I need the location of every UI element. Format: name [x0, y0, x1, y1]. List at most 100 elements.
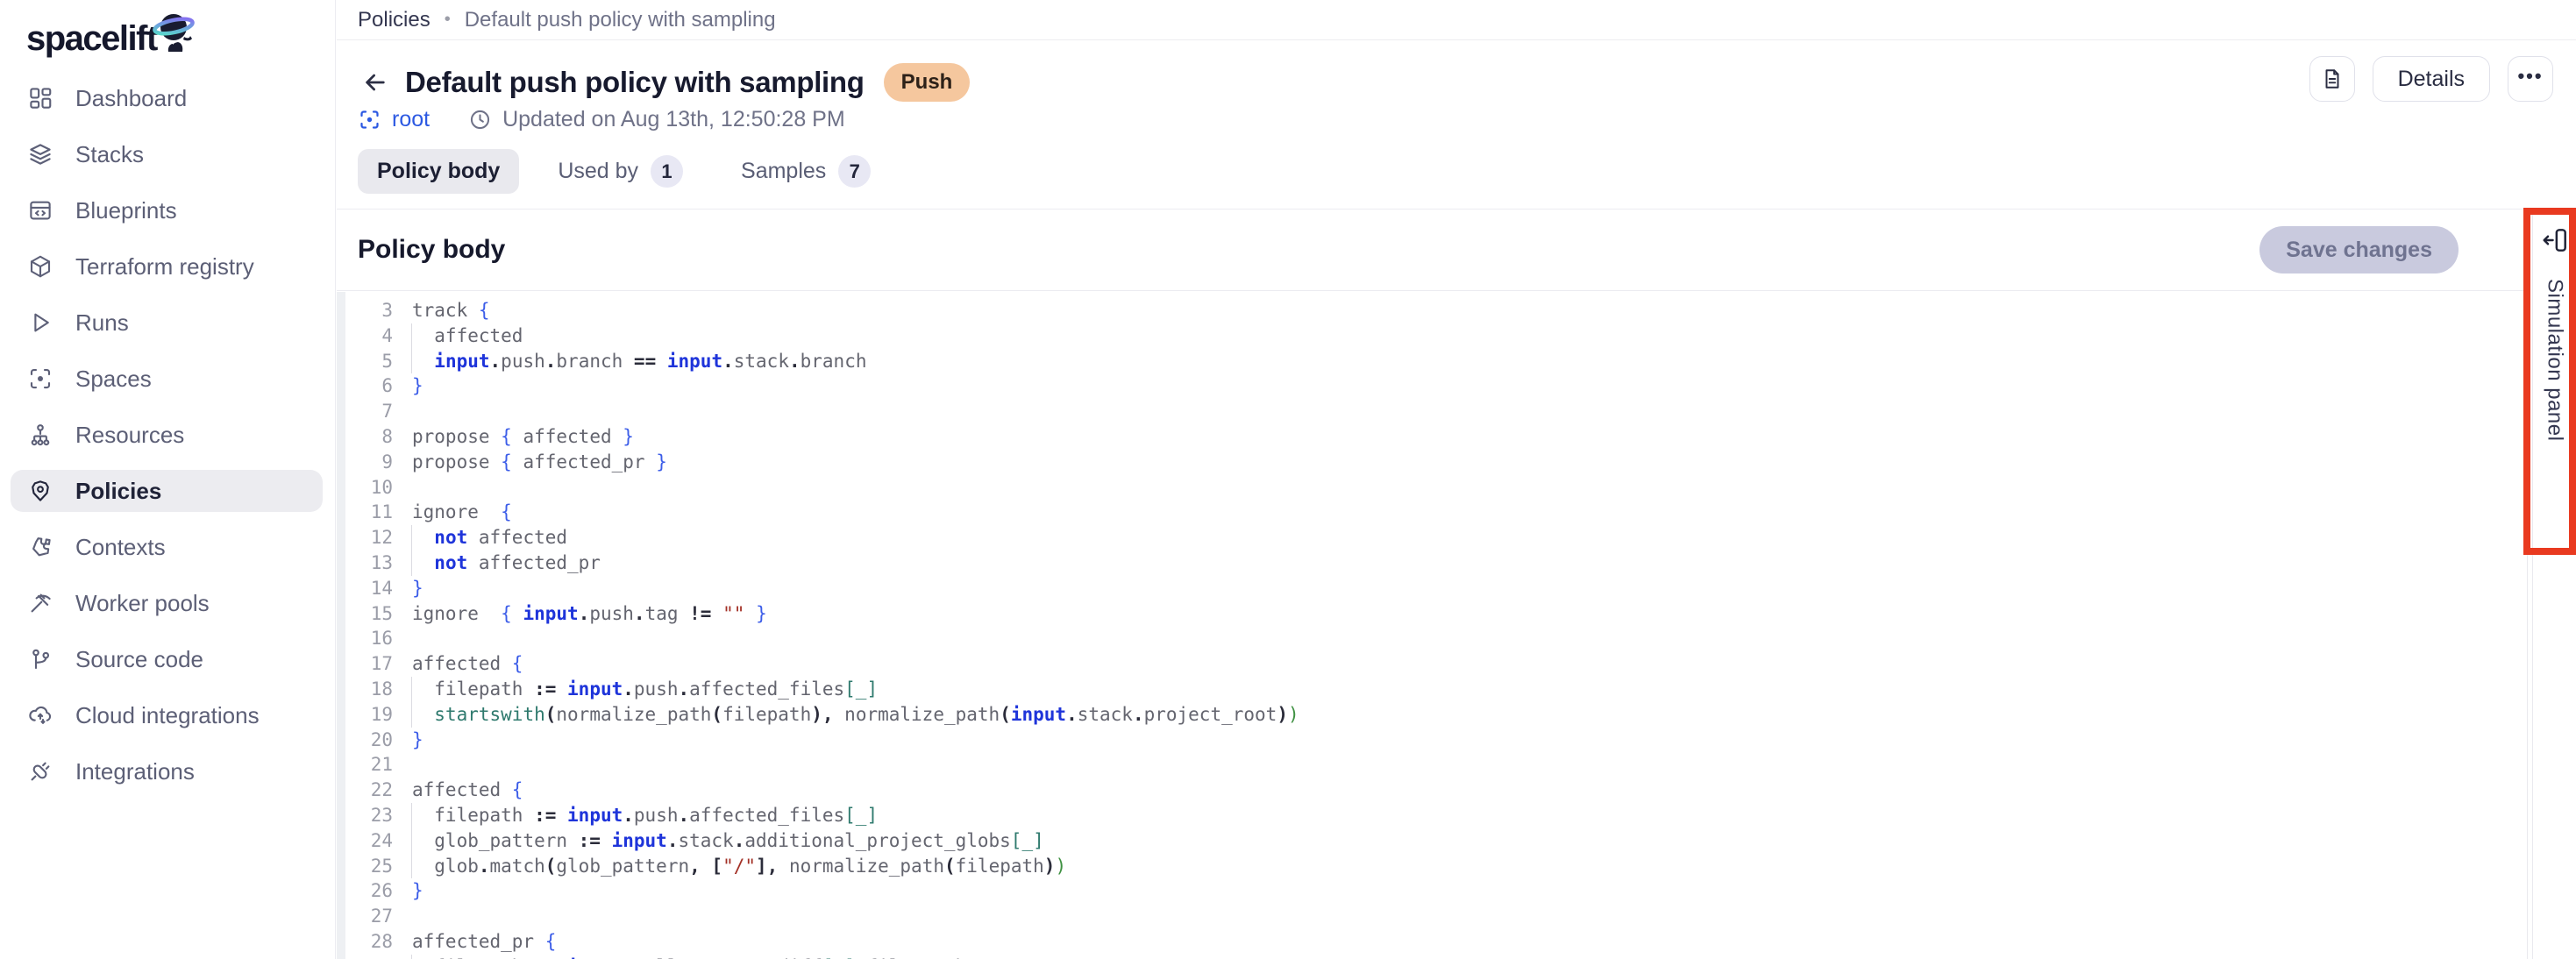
tab-samples[interactable]: Samples 7 [722, 146, 890, 197]
sidebar-item-label: Policies [75, 478, 161, 505]
clock-icon [468, 108, 492, 131]
sidebar-item-spaces[interactable]: Spaces [11, 358, 323, 400]
code-text: startswith(normalize_path(filepath), nor… [412, 702, 1299, 728]
tab-policy-body[interactable]: Policy body [358, 149, 519, 194]
indent-guide [411, 854, 412, 879]
simulation-panel-label: Simulation panel [2543, 279, 2567, 441]
save-changes-button[interactable]: Save changes [2259, 226, 2459, 273]
code-text: affected { [412, 778, 523, 803]
sidebar-item-resources[interactable]: Resources [11, 414, 323, 456]
details-button[interactable]: Details [2373, 56, 2490, 102]
code-line: 16 [337, 626, 2527, 651]
line-number: 6 [337, 373, 393, 399]
meta-row: root Updated on Aug 13th, 12:50:28 PM [358, 107, 845, 132]
space-name: root [392, 107, 430, 132]
line-number: 18 [337, 677, 393, 702]
sidebar-nav: Dashboard Stacks Blueprints Terraform re… [0, 65, 335, 792]
blueprints-icon [26, 196, 54, 224]
code-text: } [412, 576, 423, 601]
tabs: Policy body Used by 1 Samples 7 [358, 146, 890, 197]
line-number: 15 [337, 601, 393, 627]
sidebar-item-label: Blueprints [75, 197, 177, 224]
code-line: 21 [337, 752, 2527, 778]
code-line: 25 glob.match(glob_pattern, ["/"], norma… [337, 854, 2527, 879]
line-number: 23 [337, 803, 393, 828]
space-link[interactable]: root [358, 107, 430, 132]
main-content: Policies • Default push policy with samp… [337, 0, 2576, 959]
sidebar-item-runs[interactable]: Runs [11, 302, 323, 344]
title-row: Default push policy with sampling Push [358, 63, 970, 102]
line-number: 20 [337, 728, 393, 753]
line-number: 26 [337, 878, 393, 904]
code-line: 24 glob_pattern := input.stack.additiona… [337, 828, 2527, 854]
spacelift-logo[interactable]: spacelift [0, 0, 335, 65]
panel-title: Policy body [358, 235, 505, 265]
sidebar-item-label: Terraform registry [75, 253, 254, 281]
code-text: glob.match(glob_pattern, ["/"], normaliz… [412, 854, 1066, 879]
sidebar-item-contexts[interactable]: Contexts [11, 526, 323, 568]
code-text: not affected [412, 525, 567, 551]
code-line: 18 filepath := input.push.affected_files… [337, 677, 2527, 702]
code-line: 13 not affected_pr [337, 551, 2527, 576]
code-line: 28affected_pr { [337, 929, 2527, 955]
terraform-registry-icon [26, 252, 54, 281]
code-text: filepath := input.pull_request.diff[_].f… [412, 955, 966, 959]
code-lines: 3track {4 affected5 input.push.branch ==… [337, 298, 2527, 959]
code-text: propose { affected } [412, 424, 634, 450]
code-line: 14} [337, 576, 2527, 601]
sidebar-item-label: Runs [75, 309, 129, 337]
sidebar-item-dashboard[interactable]: Dashboard [11, 77, 323, 119]
spaces-icon [26, 365, 54, 393]
line-number: 21 [337, 752, 393, 778]
code-line: 20} [337, 728, 2527, 753]
page-title: Default push policy with sampling [405, 66, 865, 99]
code-text: filepath := input.push.affected_files[_] [412, 677, 878, 702]
sidebar-item-label: Spaces [75, 366, 152, 393]
more-actions-button[interactable]: ••• [2508, 56, 2553, 102]
runs-icon [26, 309, 54, 337]
code-text: } [412, 728, 423, 753]
code-text: affected_pr { [412, 929, 556, 955]
tab-used-by[interactable]: Used by 1 [538, 146, 702, 197]
spacelift-astronaut-icon [146, 4, 201, 56]
sidebar-item-label: Cloud integrations [75, 702, 260, 729]
ellipsis-icon: ••• [2517, 65, 2543, 88]
line-number: 14 [337, 576, 393, 601]
sidebar-item-blueprints[interactable]: Blueprints [11, 189, 323, 231]
sidebar-item-terraform-registry[interactable]: Terraform registry [11, 245, 323, 288]
policy-code-editor[interactable]: 3track {4 affected5 input.push.branch ==… [337, 292, 2527, 959]
code-text: ignore { input.push.tag != "" } [412, 601, 767, 627]
line-number: 29 [337, 955, 393, 959]
sidebar-item-integrations[interactable]: Integrations [11, 750, 323, 792]
header-actions: Details ••• [2309, 56, 2553, 102]
integrations-icon [26, 757, 54, 785]
sidebar-item-cloud-integrations[interactable]: Cloud integrations [11, 694, 323, 736]
sidebar-item-label: Worker pools [75, 590, 210, 617]
code-text: affected [412, 323, 523, 349]
line-number: 9 [337, 450, 393, 475]
sidebar-item-stacks[interactable]: Stacks [11, 133, 323, 175]
code-line: 26} [337, 878, 2527, 904]
sidebar-item-worker-pools[interactable]: Worker pools [11, 582, 323, 624]
policies-icon [26, 477, 54, 505]
dashboard-icon [26, 84, 54, 112]
breadcrumb-policies-link[interactable]: Policies [358, 8, 431, 32]
sidebar-item-label: Resources [75, 422, 184, 449]
breadcrumb-separator: • [445, 10, 451, 30]
code-line: 27 [337, 904, 2527, 929]
code-text: input.push.branch == input.stack.branch [412, 349, 866, 374]
code-text: not affected_pr [412, 551, 601, 576]
breadcrumb: Policies • Default push policy with samp… [337, 0, 2576, 40]
indent-guide [411, 677, 412, 702]
policy-document-button[interactable] [2309, 56, 2355, 102]
sidebar-item-policies[interactable]: Policies [11, 470, 323, 512]
code-text: filepath := input.push.affected_files[_] [412, 803, 878, 828]
code-line: 9propose { affected_pr } [337, 450, 2527, 475]
line-number: 25 [337, 854, 393, 879]
sidebar-item-source-code[interactable]: Source code [11, 638, 323, 680]
cloud-integrations-icon [26, 701, 54, 729]
back-arrow-icon[interactable] [358, 65, 393, 100]
code-line: 19 startswith(normalize_path(filepath), … [337, 702, 2527, 728]
indent-guide [411, 323, 412, 349]
simulation-panel-toggle[interactable]: Simulation panel [2532, 209, 2576, 959]
